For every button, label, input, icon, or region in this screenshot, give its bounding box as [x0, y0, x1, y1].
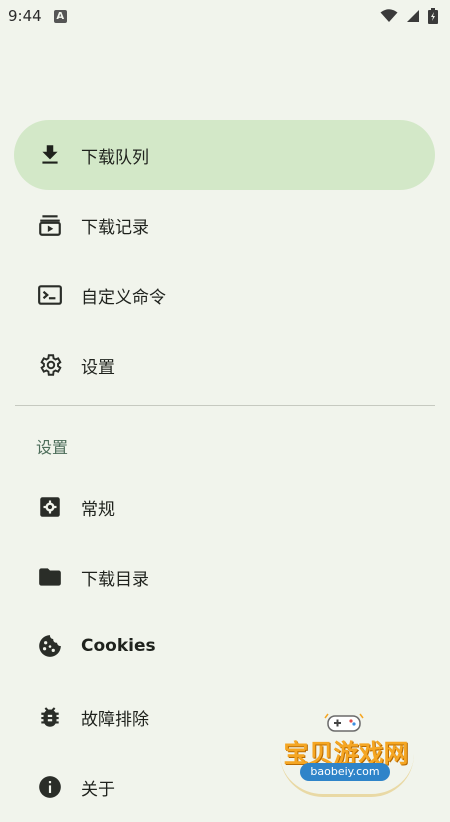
settings-item-label: 关于 — [81, 779, 115, 800]
nav-item-label: 设置 — [81, 357, 115, 378]
download-icon — [36, 141, 64, 169]
wifi-icon — [380, 9, 398, 22]
nav-item-label: 下载队列 — [81, 147, 149, 168]
status-right — [380, 8, 438, 24]
nav-item-download-history[interactable]: 下载记录 — [14, 190, 435, 260]
settings-item-label: Cookies — [81, 636, 156, 656]
status-bar: 9:44 A — [0, 0, 450, 32]
status-time: 9:44 — [8, 7, 42, 25]
nav-item-settings[interactable]: 设置 — [14, 330, 435, 400]
cookie-icon — [36, 632, 64, 660]
settings-item-label: 常规 — [81, 499, 115, 520]
gamepad-icon — [324, 713, 364, 732]
folder-icon — [36, 563, 64, 591]
terminal-icon — [36, 281, 64, 309]
nav-item-download-queue[interactable]: 下载队列 — [14, 120, 435, 190]
bug-icon — [36, 703, 64, 731]
status-left: 9:44 A — [8, 7, 67, 25]
settings-item-download-directory[interactable]: 下载目录 — [14, 542, 435, 612]
nav-item-label: 自定义命令 — [81, 287, 166, 308]
gear-icon — [36, 351, 64, 379]
watermark: 宝贝游戏网 baobeiy.com — [272, 710, 422, 798]
settings-item-cookies[interactable]: Cookies — [14, 611, 435, 681]
general-settings-icon — [36, 493, 64, 521]
battery-charging-icon — [428, 8, 438, 24]
settings-item-label: 故障排除 — [81, 709, 149, 730]
settings-item-general[interactable]: 常规 — [14, 472, 435, 542]
settings-item-label: 下载目录 — [81, 569, 149, 590]
signal-icon — [407, 10, 419, 22]
nav-item-custom-commands[interactable]: 自定义命令 — [14, 260, 435, 330]
info-icon — [36, 773, 64, 801]
divider — [15, 405, 435, 406]
watermark-url: baobeiy.com — [300, 763, 390, 781]
settings-section-header: 设置 — [36, 438, 69, 457]
notification-a-icon: A — [53, 9, 67, 23]
nav-item-label: 下载记录 — [81, 217, 149, 238]
download-history-icon — [36, 211, 64, 239]
